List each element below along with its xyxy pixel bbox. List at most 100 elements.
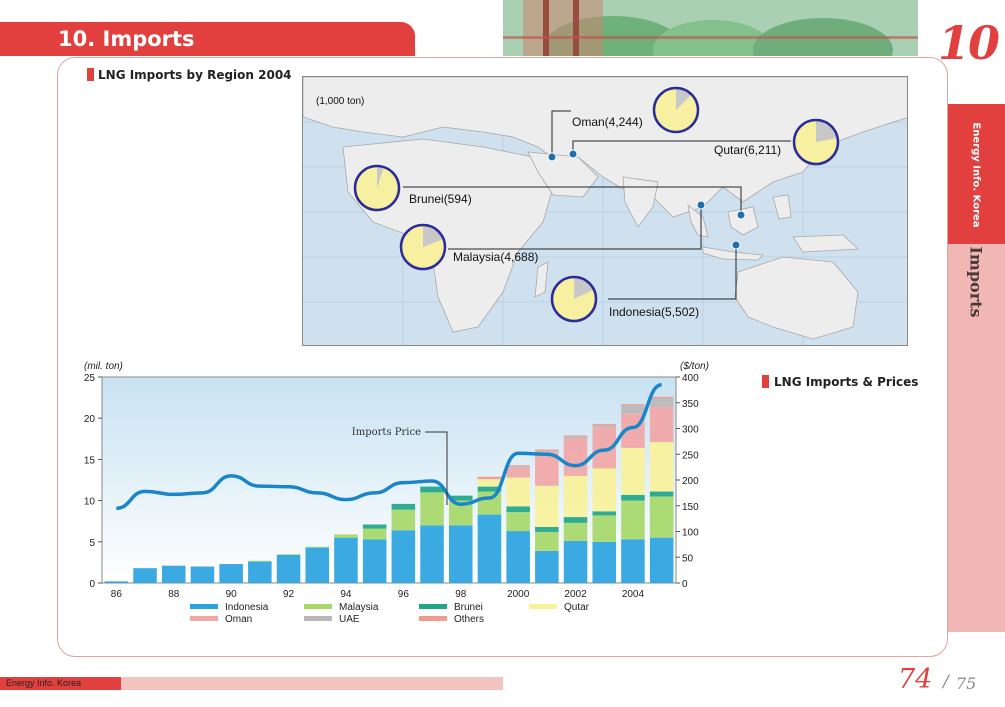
legend-label-qutar: Qutar — [564, 602, 590, 613]
bar-indonesia-2001 — [535, 550, 559, 583]
y2-tick-label: 150 — [682, 502, 699, 513]
bar-indonesia-2000 — [506, 531, 530, 583]
bar-malaysia-2005 — [649, 496, 674, 538]
x-tick-label: 86 — [111, 589, 123, 600]
bar-uae-2000 — [506, 465, 530, 468]
bar-others-2000 — [506, 465, 530, 466]
bar-indonesia-2002 — [563, 540, 588, 583]
legend-label-uae: UAE — [339, 614, 360, 625]
bar-malaysia-2003 — [592, 515, 617, 542]
bar-malaysia-95 — [362, 528, 387, 540]
bar-malaysia-93 — [305, 546, 330, 548]
bar-others-2001 — [535, 449, 559, 452]
bar-uae-2004 — [621, 405, 645, 414]
y-tick-label: 15 — [84, 455, 96, 466]
bar-indonesia-89 — [190, 566, 215, 583]
bar-indonesia-91 — [248, 561, 272, 583]
bar-uae-2002 — [563, 437, 588, 439]
bar-indonesia-95 — [362, 539, 387, 583]
bar-brunei-2004 — [621, 494, 645, 501]
bar-malaysia-92 — [276, 554, 301, 555]
bar-brunei-2002 — [563, 517, 588, 523]
page-number-total: 75 — [956, 674, 977, 693]
bar-brunei-2000 — [506, 506, 530, 513]
bar-indonesia-94 — [334, 537, 358, 583]
x-tick-label: 90 — [226, 589, 238, 600]
y2-tick-label: 250 — [682, 450, 699, 461]
bar-others-2004 — [621, 404, 645, 406]
legend-swatch-oman — [190, 616, 218, 621]
bar-brunei-2001 — [535, 526, 559, 532]
bar-qutar-2001 — [535, 485, 559, 527]
bar-indonesia-90 — [219, 564, 243, 583]
bar-oman-2002 — [563, 438, 588, 476]
y-tick-label: 20 — [84, 414, 96, 425]
y2-tick-label: 350 — [682, 399, 699, 410]
bar-malaysia-97 — [420, 492, 444, 526]
legend-swatch-others — [419, 616, 447, 621]
bar-qutar-2000 — [506, 477, 530, 507]
bar-others-99 — [477, 476, 502, 480]
bar-qutar-99 — [477, 479, 502, 487]
bar-qutar-2002 — [563, 475, 588, 518]
bar-brunei-2003 — [592, 511, 617, 516]
legend-label-others: Others — [454, 614, 484, 625]
bar-oman-2000 — [506, 467, 530, 478]
bar-indonesia-98 — [448, 525, 473, 583]
bar-indonesia-87 — [133, 568, 157, 583]
x-tick-label: 98 — [455, 589, 467, 600]
legend-swatch-qutar — [529, 604, 557, 609]
y2-tick-label: 50 — [682, 553, 694, 564]
bar-indonesia-86 — [104, 581, 129, 583]
bar-uae-2003 — [592, 425, 617, 428]
y-tick-label: 10 — [84, 497, 96, 508]
y2-axis-label: ($/ton) — [680, 361, 709, 372]
legend-swatch-indonesia — [190, 604, 218, 609]
legend-label-malaysia: Malaysia — [339, 602, 379, 613]
bar-indonesia-97 — [420, 525, 444, 583]
plot-area — [101, 376, 677, 584]
bar-others-2005 — [649, 396, 674, 399]
bar-malaysia-2001 — [535, 531, 559, 551]
y-tick-label: 25 — [84, 373, 96, 384]
imports-chart: 0510152025050100150200250300350400(mil. … — [84, 361, 709, 625]
bar-others-2002 — [563, 435, 588, 438]
x-tick-label: 2004 — [622, 589, 645, 600]
x-tick-label: 2000 — [507, 589, 530, 600]
bar-malaysia-2004 — [621, 500, 645, 540]
page-number-separator: / — [943, 672, 949, 692]
legend-swatch-malaysia — [304, 604, 332, 609]
bar-malaysia-99 — [477, 491, 502, 515]
bar-indonesia-96 — [391, 530, 416, 583]
bar-brunei-96 — [391, 503, 416, 510]
bar-malaysia-96 — [391, 509, 416, 531]
bar-indonesia-2005 — [649, 537, 674, 583]
bar-indonesia-92 — [276, 554, 301, 583]
price-annotation-label: Imports Price — [352, 427, 421, 438]
legend-swatch-uae — [304, 616, 332, 621]
bar-qutar-2003 — [592, 468, 617, 512]
y-tick-label: 5 — [89, 538, 95, 549]
bar-qutar-2005 — [649, 442, 674, 492]
bar-indonesia-93 — [305, 547, 330, 583]
bar-malaysia-91 — [248, 560, 272, 562]
bar-brunei-95 — [362, 524, 387, 529]
bar-indonesia-88 — [161, 565, 186, 583]
bar-indonesia-99 — [477, 514, 502, 583]
y2-tick-label: 100 — [682, 528, 699, 539]
legend-label-oman: Oman — [225, 614, 252, 625]
x-tick-label: 96 — [398, 589, 410, 600]
x-tick-label: 94 — [340, 589, 352, 600]
y2-tick-label: 0 — [682, 579, 688, 590]
bar-brunei-2005 — [649, 491, 674, 497]
bar-brunei-97 — [420, 486, 444, 493]
y2-tick-label: 200 — [682, 476, 699, 487]
bar-others-2003 — [592, 423, 617, 426]
legend-label-indonesia: Indonesia — [225, 602, 269, 613]
bar-oman-2005 — [649, 406, 674, 443]
bar-malaysia-94 — [334, 534, 358, 538]
x-tick-label: 2002 — [564, 589, 587, 600]
x-tick-label: 92 — [283, 589, 295, 600]
legend-swatch-brunei — [419, 604, 447, 609]
y-tick-label: 0 — [89, 579, 95, 590]
